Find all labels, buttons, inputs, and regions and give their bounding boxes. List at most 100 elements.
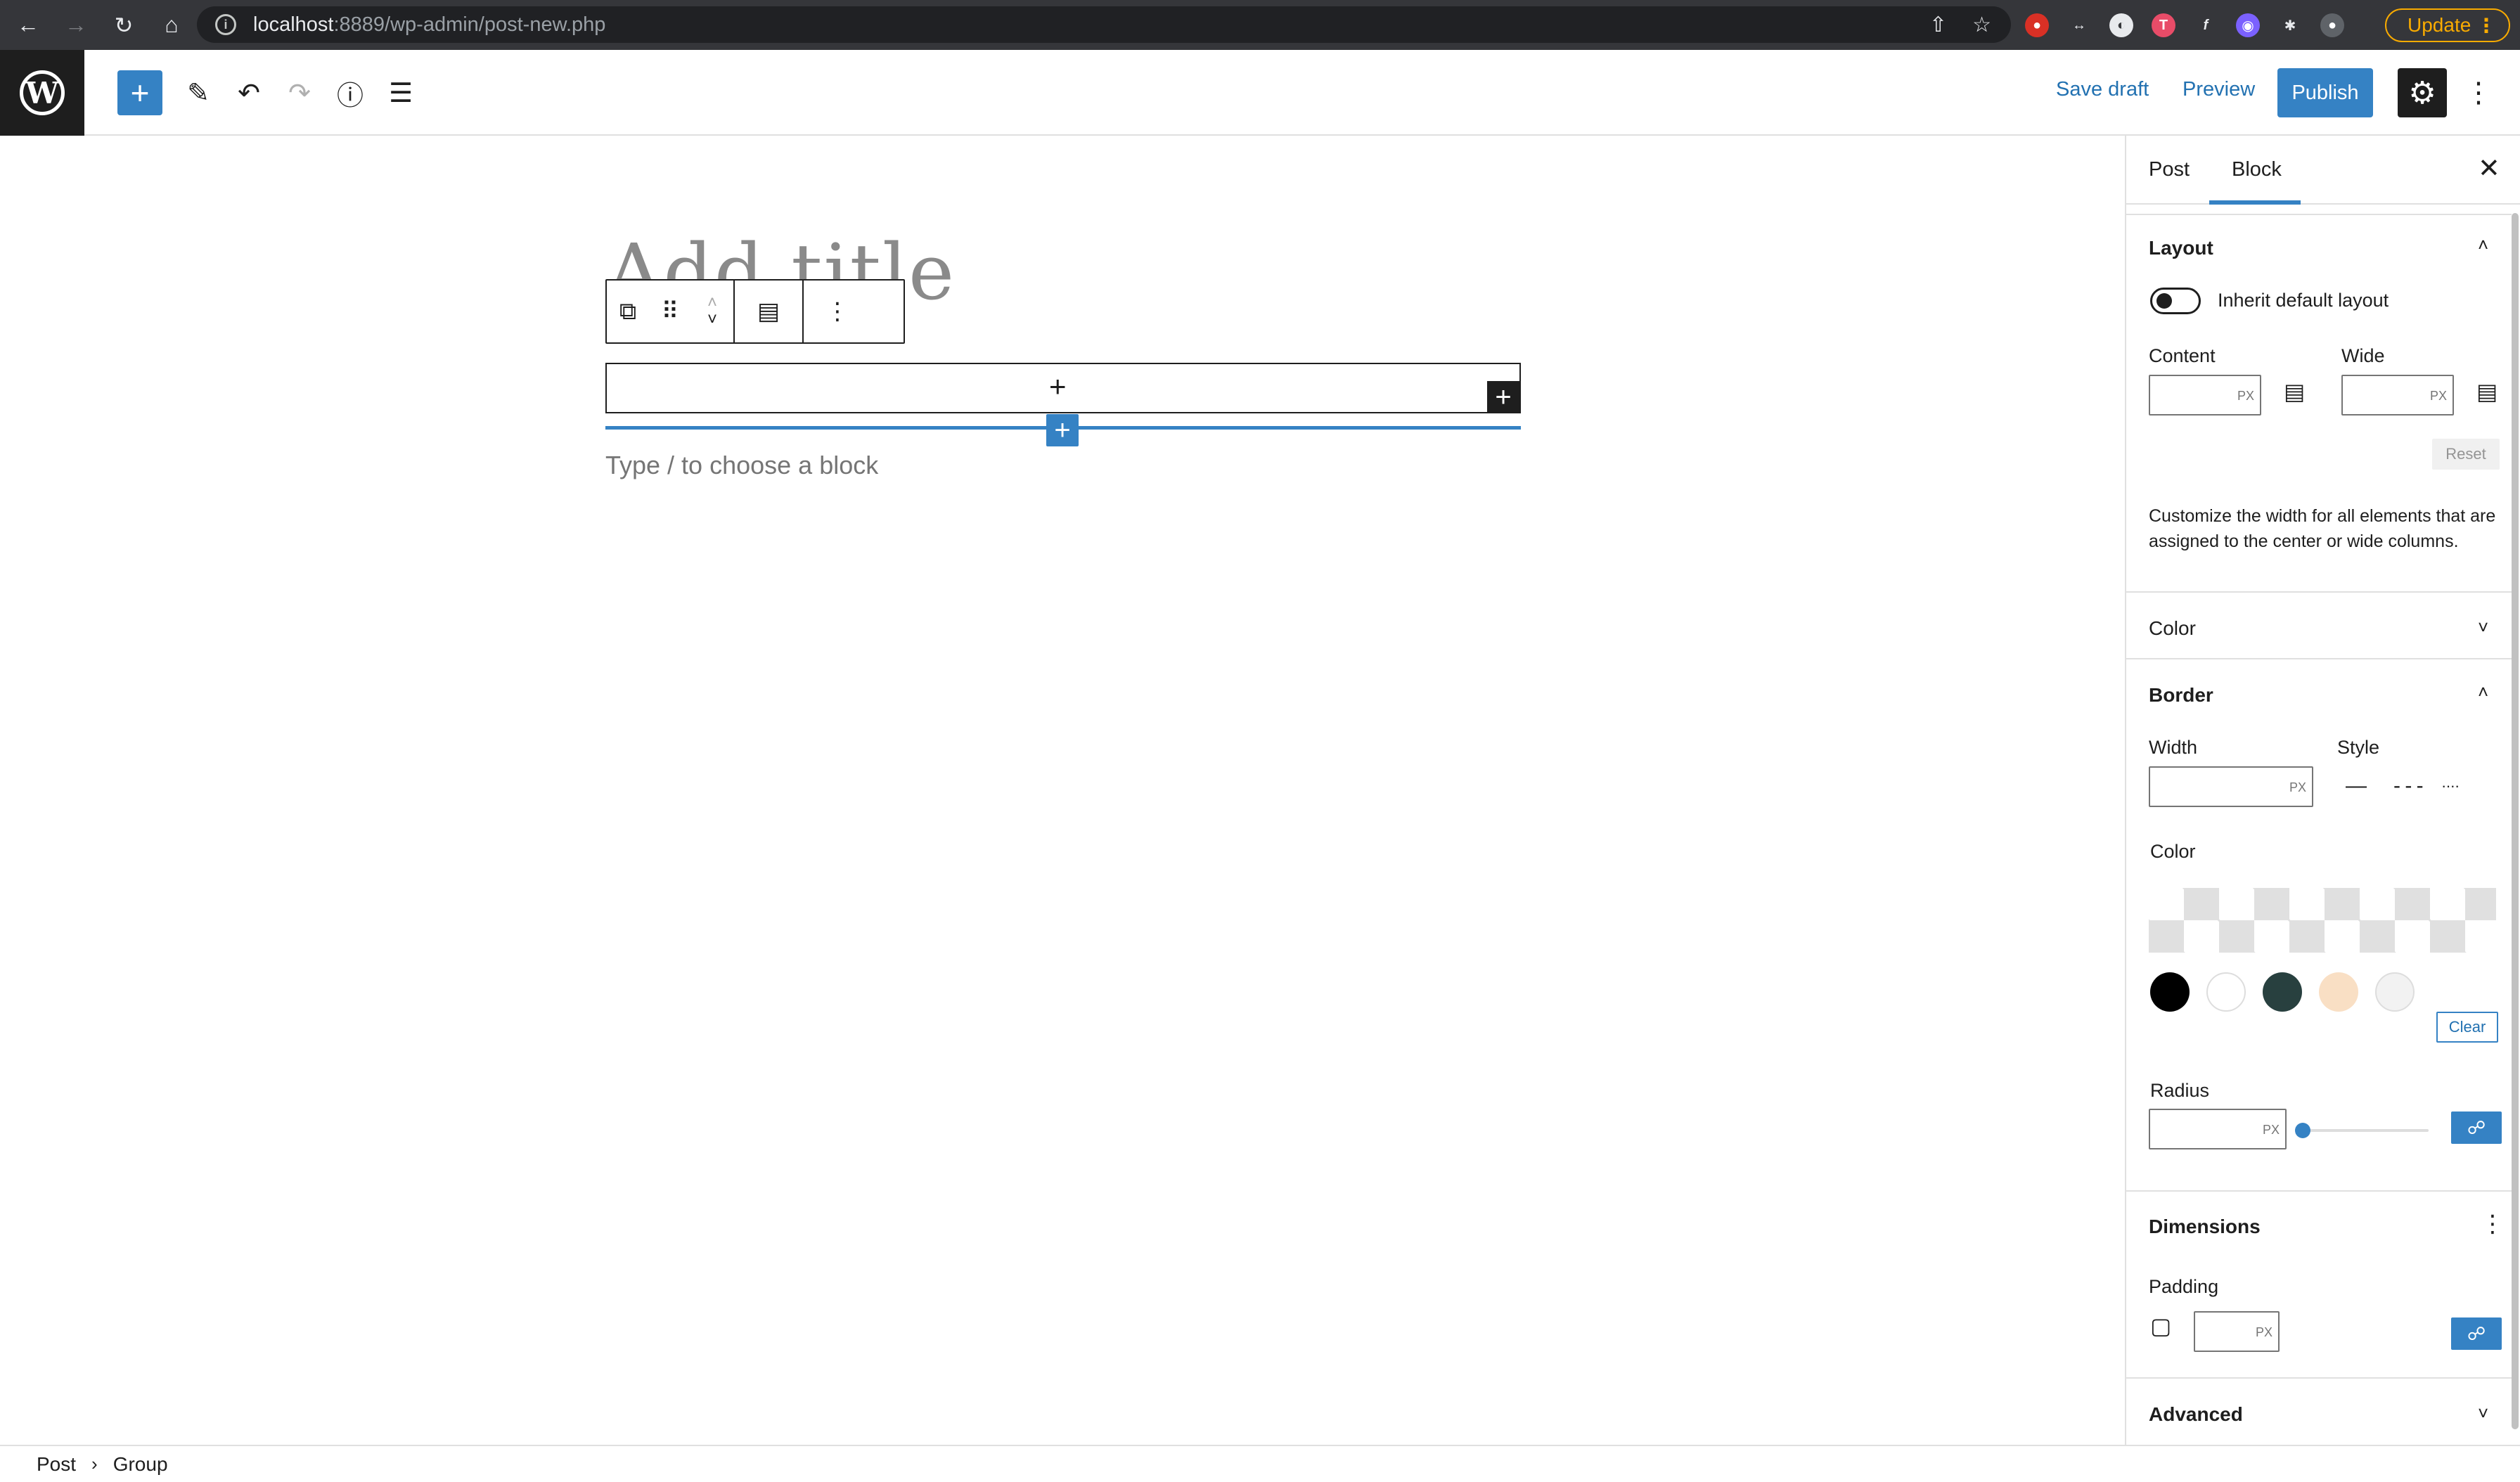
- unlink-radius-button[interactable]: ☍: [2451, 1112, 2502, 1144]
- chevron-down-icon[interactable]: ˅: [2478, 1403, 2488, 1424]
- bookmark-star-icon[interactable]: ☆: [1972, 13, 1991, 37]
- address-bar[interactable]: i localhost:8889/wp-admin/post-new.php ⇧…: [197, 6, 2011, 43]
- gear-icon: ⚙: [2408, 75, 2436, 110]
- extension-function-icon[interactable]: f: [2194, 13, 2218, 37]
- list-view-icon[interactable]: ☰: [378, 70, 423, 115]
- settings-button[interactable]: ⚙: [2398, 68, 2447, 117]
- color-panel-heading[interactable]: Color: [2149, 617, 2196, 640]
- panel-divider: [2126, 1377, 2512, 1379]
- panel-divider: [2126, 214, 2512, 215]
- block-type-group-icon[interactable]: ⧉: [607, 281, 649, 342]
- unit-label: PX: [2237, 389, 2254, 403]
- chevron-up-icon[interactable]: ˄: [2478, 681, 2488, 703]
- layout-panel-heading[interactable]: Layout: [2149, 237, 2213, 259]
- clear-color-button[interactable]: Clear: [2436, 1012, 2498, 1043]
- wordpress-logo-icon: W: [20, 70, 65, 115]
- border-width-input[interactable]: PX: [2149, 766, 2313, 807]
- sidebar-tabs: Post Block ✕: [2126, 136, 2520, 205]
- undo-icon[interactable]: ↶: [226, 70, 271, 115]
- border-dotted-icon[interactable]: ····: [2441, 777, 2460, 795]
- group-appender-plus-icon[interactable]: +: [1487, 381, 1519, 413]
- border-color-preview[interactable]: [2149, 888, 2496, 953]
- radius-range-track[interactable]: [2299, 1129, 2429, 1132]
- advanced-panel-heading[interactable]: Advanced: [2149, 1403, 2243, 1426]
- paragraph-placeholder[interactable]: Type / to choose a block: [605, 451, 878, 480]
- inherit-layout-toggle[interactable]: [2150, 288, 2201, 314]
- breadcrumb-group[interactable]: Group: [113, 1453, 168, 1476]
- padding-label: Padding: [2149, 1276, 2219, 1297]
- kebab-menu-icon: ⋮: [2476, 14, 2496, 37]
- radius-range-thumb[interactable]: [2295, 1123, 2310, 1138]
- redo-icon[interactable]: ↷: [277, 70, 322, 115]
- align-full-width-icon[interactable]: ▤: [735, 281, 802, 342]
- swatch-peach[interactable]: [2319, 972, 2358, 1012]
- publish-button[interactable]: Publish: [2277, 68, 2373, 117]
- swatch-white[interactable]: [2206, 972, 2246, 1012]
- padding-sides-icon: ▢: [2150, 1313, 2172, 1339]
- active-tab-indicator: [2209, 200, 2301, 205]
- site-info-icon[interactable]: i: [215, 14, 236, 35]
- drag-handle-icon[interactable]: ⠿: [649, 281, 691, 342]
- radius-input[interactable]: PX: [2149, 1109, 2287, 1149]
- editor-header: W + ✎ ↶ ↷ ⓘ ☰ Save draft Preview Publish…: [0, 50, 2520, 136]
- extension-circle-icon[interactable]: ◐: [2109, 13, 2133, 37]
- extension-stop-icon[interactable]: ●: [2025, 13, 2049, 37]
- swatch-light-gray[interactable]: [2375, 972, 2415, 1012]
- unit-label: PX: [2429, 389, 2447, 403]
- swatch-dark-teal[interactable]: [2263, 972, 2302, 1012]
- border-solid-icon[interactable]: —: [2346, 774, 2367, 798]
- profile-avatar[interactable]: ●: [2320, 13, 2344, 37]
- block-toolbar: ⧉ ⠿ ˄ ˅ ▤ ⋮: [605, 279, 905, 344]
- link-icon: ☍: [2467, 1322, 2486, 1344]
- padding-input[interactable]: PX: [2194, 1311, 2280, 1352]
- extension-eye-icon[interactable]: ◉: [2236, 13, 2260, 37]
- edit-pencil-icon[interactable]: ✎: [176, 70, 221, 115]
- wordpress-logo-button[interactable]: W: [0, 50, 84, 136]
- options-menu-button[interactable]: ⋮: [2464, 68, 2493, 117]
- extension-arrows-icon[interactable]: ↔: [2067, 13, 2091, 37]
- details-info-icon[interactable]: ⓘ: [328, 70, 373, 115]
- block-toolbar-options: ⋮: [804, 281, 871, 342]
- home-icon[interactable]: ⌂: [152, 6, 191, 45]
- unlink-padding-button[interactable]: ☍: [2451, 1317, 2502, 1350]
- close-sidebar-icon[interactable]: ✕: [2478, 153, 2500, 184]
- chevron-up-icon[interactable]: ˄: [2478, 234, 2488, 256]
- extensions-puzzle-icon[interactable]: ✱: [2278, 13, 2302, 37]
- swatch-black[interactable]: [2150, 972, 2190, 1012]
- block-inserter-toggle[interactable]: +: [117, 70, 162, 115]
- unit-label: PX: [2255, 1325, 2272, 1339]
- block-toolbar-alignment: ▤: [735, 281, 804, 342]
- back-arrow-icon[interactable]: ←: [8, 6, 48, 45]
- insertion-point-plus-icon[interactable]: +: [1046, 414, 1079, 446]
- tab-block[interactable]: Block: [2232, 158, 2282, 181]
- plus-icon: +: [130, 75, 150, 111]
- content-width-input[interactable]: PX: [2149, 375, 2261, 415]
- chevron-right-icon: ›: [91, 1453, 98, 1474]
- forward-arrow-icon[interactable]: →: [56, 6, 96, 45]
- preview-button[interactable]: Preview: [2182, 78, 2255, 101]
- block-options-ellipsis-icon[interactable]: ⋮: [804, 281, 871, 342]
- share-icon[interactable]: ⇧: [1929, 13, 1947, 37]
- sidebar-scrollbar[interactable]: [2512, 213, 2519, 1429]
- reload-icon[interactable]: ↻: [104, 6, 143, 45]
- border-panel-heading[interactable]: Border: [2149, 684, 2213, 707]
- extension-t-icon[interactable]: T: [2152, 13, 2175, 37]
- dimensions-options-ellipsis-icon[interactable]: ⋮: [2481, 1210, 2505, 1238]
- block-toolbar-group-movers: ⧉ ⠿ ˄ ˅: [607, 281, 735, 342]
- chevron-down-icon[interactable]: ˅: [2478, 617, 2488, 638]
- breadcrumb-post[interactable]: Post: [37, 1453, 76, 1476]
- group-inner-add-icon[interactable]: +: [1049, 372, 1067, 401]
- wide-width-input[interactable]: PX: [2341, 375, 2454, 415]
- tab-post[interactable]: Post: [2149, 158, 2190, 181]
- radius-label: Radius: [2150, 1080, 2210, 1101]
- reset-layout-button[interactable]: Reset: [2432, 439, 2500, 470]
- move-up-down-icon[interactable]: ˄ ˅: [691, 281, 733, 342]
- settings-sidebar: Post Block ✕ Layout ˄ Inherit default la…: [2125, 136, 2520, 1445]
- layout-help-text: Customize the width for all elements tha…: [2149, 506, 2496, 551]
- browser-update-button[interactable]: Update ⋮: [2385, 8, 2510, 42]
- border-dashed-icon[interactable]: - - -: [2393, 774, 2424, 798]
- panel-divider: [2126, 658, 2512, 659]
- extensions-bar: ● ↔ ◐ T f ◉ ✱ ●: [2025, 10, 2344, 41]
- save-draft-button[interactable]: Save draft: [2056, 78, 2149, 101]
- dimensions-panel-heading: Dimensions: [2149, 1216, 2261, 1237]
